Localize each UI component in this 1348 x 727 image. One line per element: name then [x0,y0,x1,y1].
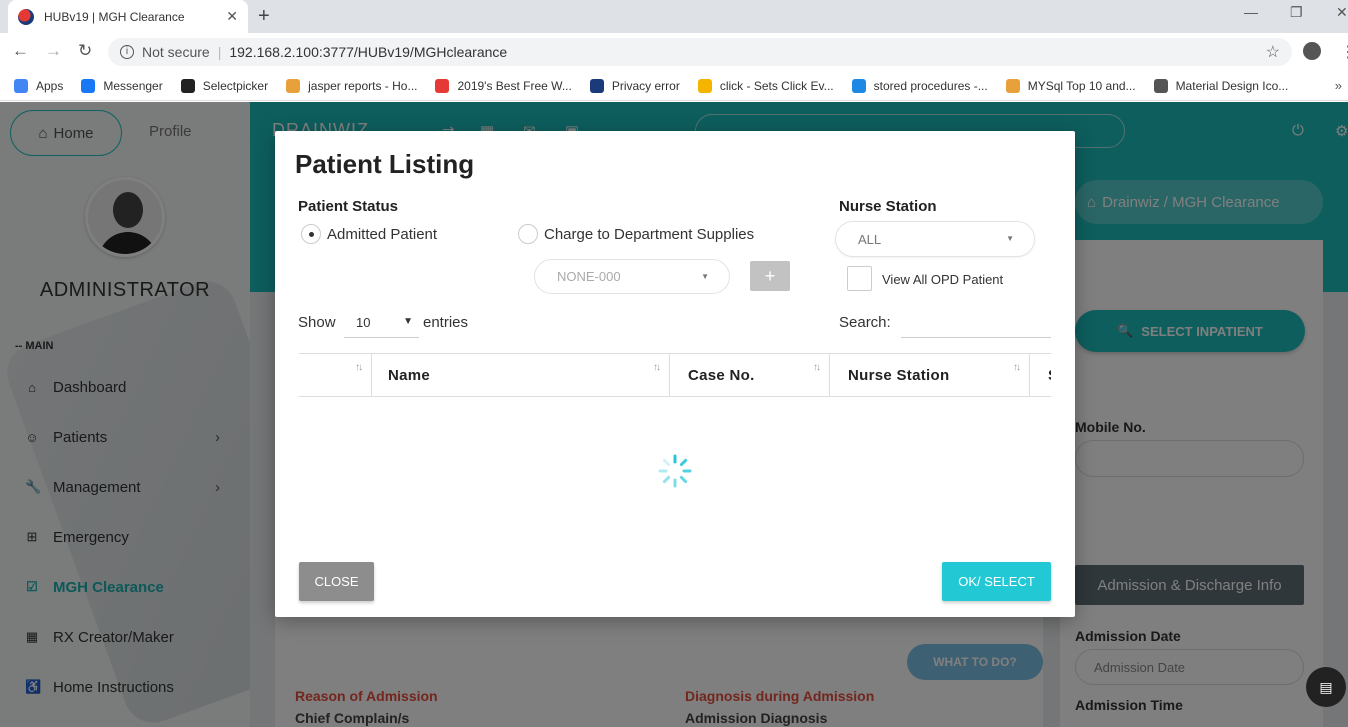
not-secure-label: Not secure [142,44,210,60]
bookmarks-overflow-icon[interactable]: » [1335,78,1342,93]
sort-icon: ↑↓ [1013,362,1021,373]
chevron-down-icon: ▼ [403,316,413,327]
department-select[interactable]: NONE-000 ▼ [534,259,730,294]
bookmark-label: Apps [36,78,64,93]
bookmark-favicon-icon [1005,78,1020,93]
bookmark-label: 2019's Best Free W... [457,78,572,93]
minimize-icon[interactable]: — [1244,4,1258,20]
modal-title: Patient Listing [295,149,475,179]
bookmark-item[interactable]: 2019's Best Free W... [435,78,572,93]
sort-icon: ↑↓ [813,362,821,373]
url-text[interactable]: 192.168.2.100:3777/HUBv19/MGHclearance [229,44,507,60]
bookmark-item[interactable]: click - Sets Click Ev... [697,78,834,93]
table-search-input[interactable] [901,308,1051,338]
bookmark-favicon-icon [180,78,195,93]
chevron-down-icon: ▼ [1006,234,1014,243]
bookmark-favicon-icon [1153,78,1168,93]
browser-tabstrip: HUBv19 | MGH Clearance ✕ + — ❐ ✕ [0,0,1348,33]
site-favicon-icon [18,8,34,25]
entries-value: 10 [356,315,371,330]
bookmark-favicon-icon [851,78,866,93]
bookmark-item[interactable]: Material Design Ico... [1153,78,1289,93]
col-nurse-station-header[interactable]: Nurse Station ↑↓ [833,354,1030,396]
bookmarks-bar: Apps Messenger Selectpicker jasper reports … [0,71,1348,101]
bookmark-label: Messenger [103,78,163,93]
tab-title: HUBv19 | MGH Clearance [44,9,185,24]
entries-label: entries [423,314,469,331]
bookmark-label: click - Sets Click Ev... [719,78,834,93]
charge-dept-label[interactable]: Charge to Department Supplies [544,226,754,243]
bookmark-star-icon[interactable]: ☆ [1266,42,1280,62]
nurse-station-select[interactable]: ALL ▼ [835,221,1035,257]
chat-bubble-icon[interactable]: ▤ [1306,667,1346,707]
view-opd-checkbox[interactable] [847,266,872,291]
chevron-down-icon: ▼ [701,272,709,281]
add-department-button[interactable]: + [750,261,790,291]
sort-icon: ↑↓ [653,362,661,373]
window-close-icon[interactable]: ✕ [1336,4,1348,21]
loading-spinner-icon [658,454,692,488]
forward-arrow-icon[interactable]: → [45,41,62,61]
close-button[interactable]: CLOSE [299,562,374,601]
bookmark-favicon-icon [14,78,28,93]
bookmark-item[interactable]: MYSql Top 10 and... [1005,78,1136,93]
department-select-value: NONE-000 [557,269,621,284]
bookmark-favicon-icon [697,78,712,93]
info-icon[interactable]: i [120,45,134,59]
bookmark-item[interactable]: jasper reports - Ho... [286,78,418,93]
bookmark-label: Material Design Ico... [1175,78,1289,93]
bookmark-item[interactable]: Privacy error [589,78,680,93]
account-icon[interactable] [1303,42,1321,60]
bookmark-item[interactable]: stored procedures -... [851,78,988,93]
tab-close-icon[interactable]: ✕ [226,8,238,25]
reload-icon[interactable]: ↻ [78,41,92,61]
bookmark-item[interactable]: Messenger [81,78,163,93]
browser-tab[interactable]: HUBv19 | MGH Clearance ✕ [8,0,248,33]
col-status-header[interactable]: S [1033,354,1051,396]
bookmark-label: stored procedures -... [873,78,988,93]
bookmark-item[interactable]: Apps [14,78,64,93]
entries-select[interactable]: 10 ▼ [344,308,419,338]
bookmark-label: jasper reports - Ho... [308,78,418,93]
admitted-patient-radio[interactable] [301,224,321,244]
search-label: Search: [839,314,891,331]
bookmark-favicon-icon [286,78,301,93]
patient-status-label: Patient Status [298,198,399,215]
table-header: ↑↓ Name↑↓ Case No.↑↓ Nurse Station↑↓ S [299,353,1051,397]
bookmark-label: MYSql Top 10 and... [1027,78,1136,93]
new-tab-button[interactable]: + [258,5,270,28]
nurse-station-label: Nurse Station [839,198,937,215]
bookmark-label: Selectpicker [202,78,269,93]
bookmark-favicon-icon [589,78,604,93]
omnibox[interactable]: i Not secure | 192.168.2.100:3777/HUBv19… [108,38,1292,66]
charge-dept-radio[interactable] [518,224,538,244]
bookmark-label: Privacy error [611,78,680,93]
address-bar: ← → ↻ i Not secure | 192.168.2.100:3777/… [0,33,1348,71]
patient-listing-modal: Patient Listing Patient Status Admitted … [275,131,1075,617]
ok-select-button[interactable]: OK/ SELECT [942,562,1051,601]
col-name-header[interactable]: Name ↑↓ [373,354,670,396]
restore-icon[interactable]: ❐ [1290,4,1303,21]
show-label: Show [298,314,336,331]
view-opd-label[interactable]: View All OPD Patient [882,272,1003,287]
bookmark-favicon-icon [435,78,450,93]
omnibox-divider: | [217,44,222,60]
col-select-header[interactable]: ↑↓ [299,354,372,396]
menu-kebab-icon[interactable]: ⋮ [1340,42,1348,62]
nurse-station-value: ALL [858,231,882,247]
col-case-header[interactable]: Case No. ↑↓ [673,354,830,396]
bookmark-favicon-icon [81,78,96,93]
bookmark-item[interactable]: Selectpicker [180,78,269,93]
admitted-patient-label[interactable]: Admitted Patient [327,226,437,243]
back-arrow-icon[interactable]: ← [12,41,29,61]
sort-icon: ↑↓ [355,362,363,373]
